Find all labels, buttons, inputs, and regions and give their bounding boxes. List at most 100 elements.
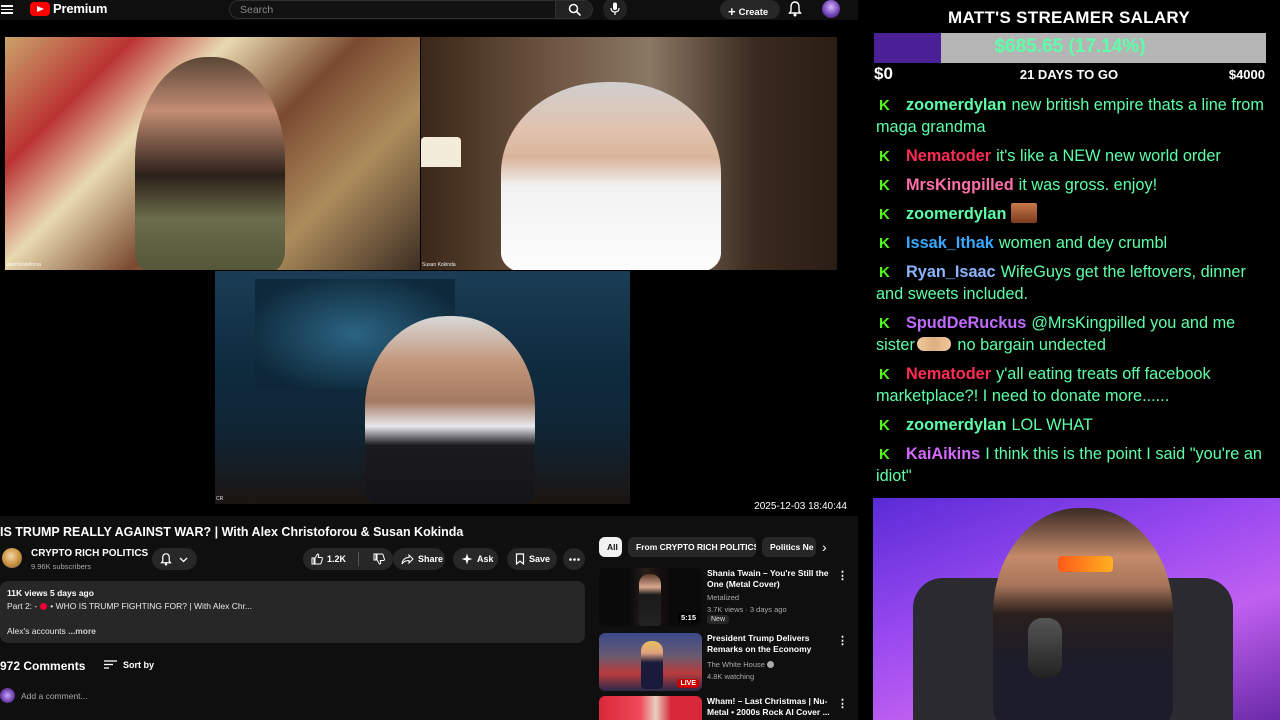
chip-from-channel[interactable]: From CRYPTO RICH POLITICS: [628, 537, 756, 557]
recommendation-channel[interactable]: The White House: [707, 660, 775, 669]
goal-days-left: 21 DAYS TO GO: [1019, 67, 1119, 82]
chat-message: Kzoomerdylan LOL WHAT: [876, 414, 1274, 436]
part-prefix: Part 2: -: [7, 601, 38, 611]
create-button[interactable]: + Create: [720, 0, 780, 19]
sort-by-button[interactable]: Sort by: [104, 660, 154, 670]
chevron-down-icon: [179, 557, 188, 563]
verified-icon: [767, 661, 775, 668]
channel-avatar[interactable]: [2, 548, 22, 568]
recommendation-item[interactable]: Wham! – Last Christmas | Nu-Metal • 2000…: [599, 696, 849, 720]
chevron-right-icon[interactable]: ›: [822, 539, 827, 555]
search-icon: [568, 3, 582, 17]
top-bar: Premium Search + Create: [0, 0, 858, 22]
show-more-link[interactable]: ...more: [68, 626, 96, 636]
recommendation-title[interactable]: Shania Twain – You're Still the One (Met…: [707, 568, 832, 590]
recommendation-item[interactable]: LIVE President Trump Delivers Remarks on…: [599, 633, 849, 693]
channel-label: The White House: [707, 660, 765, 669]
save-button[interactable]: Save: [507, 548, 557, 570]
stream-overlay: MATT'S STREAMER SALARY $685.65 (17.14%) …: [858, 0, 1280, 720]
like-button[interactable]: 1.2K: [303, 548, 393, 570]
comments-count: 972 Comments: [0, 659, 86, 673]
participant-tile-2: Susan Kokinda: [421, 37, 837, 270]
kick-badge-icon: K: [879, 367, 892, 382]
kick-badge-icon: K: [879, 98, 892, 113]
video-thumbnail[interactable]: LIVE: [599, 633, 702, 691]
bookmark-icon: [515, 553, 525, 565]
streamer-webcam: [873, 498, 1280, 720]
kick-badge-icon: K: [879, 265, 892, 280]
chat-username: KaiAikins: [906, 445, 981, 463]
chat-message: K MrsKingpilled it was gross. enjoy!: [876, 174, 1274, 196]
participant-figure: [501, 82, 721, 270]
participant-name-tag: alexchristoforou: [6, 262, 42, 268]
participant-figure: [365, 316, 535, 504]
more-vertical-icon[interactable]: ⋮: [837, 569, 848, 582]
participant-tile-1: alexchristoforou: [5, 37, 420, 270]
chat-message: K SpudDeRuckus @MrsKingpilled you and me s…: [876, 312, 1274, 356]
notifications-bell-icon[interactable]: [788, 1, 802, 22]
more-vertical-icon[interactable]: ⋮: [837, 634, 848, 647]
youtube-logo-icon[interactable]: [30, 2, 50, 16]
chat-username: Nematoder: [906, 365, 992, 383]
accounts-text: Alex's accounts: [7, 626, 69, 636]
fist-bump-emoji-icon: [916, 337, 951, 351]
kick-badge-icon: K: [879, 236, 892, 251]
live-badge: LIVE: [677, 679, 699, 688]
ask-button[interactable]: Ask: [453, 548, 498, 570]
plus-icon: +: [728, 4, 736, 19]
thumbs-up-icon: [311, 553, 323, 565]
thumbnail-figure: [641, 641, 663, 689]
kick-badge-icon: K: [879, 447, 892, 462]
goal-max: $4000: [1228, 67, 1265, 82]
part-link[interactable]: • WHO IS TRUMP FIGHTING FOR? | With Alex…: [50, 601, 252, 611]
channel-name[interactable]: CRYPTO RICH POLITICS: [31, 548, 148, 559]
chat-message: K Nematoder it's like a NEW new world orde…: [876, 145, 1274, 167]
chat-username: SpudDeRuckus: [906, 314, 1027, 332]
video-thumbnail[interactable]: [599, 696, 702, 720]
voice-search-button[interactable]: [603, 0, 627, 21]
chat-username: Issak_Ithak: [906, 234, 994, 252]
kick-badge-icon: K: [879, 207, 892, 222]
chip-all[interactable]: All: [599, 537, 622, 557]
share-label: Share: [418, 554, 444, 564]
video-thumbnail[interactable]: 5:15: [599, 568, 702, 626]
recommendation-meta: 3.7K views · 3 days ago: [707, 605, 787, 614]
chat-message: Kzoomerdylan: [876, 203, 1274, 225]
description-line: Part 2: - • WHO IS TRUMP FIGHTING FOR? | …: [7, 601, 252, 611]
recommendation-channel[interactable]: Metalized: [707, 593, 739, 602]
youtube-window: Premium Search + Create alexchristoforou …: [0, 0, 858, 720]
more-actions-button[interactable]: [563, 548, 585, 570]
sparkle-icon: [461, 553, 473, 565]
recommendation-title[interactable]: President Trump Delivers Remarks on the …: [707, 633, 832, 655]
chat-message: K KaiAikins I think this is the point I sa…: [876, 443, 1274, 487]
add-comment-input[interactable]: Add a comment...: [21, 691, 88, 701]
chip-politics-news[interactable]: Politics Ne: [762, 537, 816, 557]
brand-label[interactable]: Premium: [53, 1, 107, 16]
video-player[interactable]: alexchristoforou Susan Kokinda CR 2025-1…: [0, 20, 858, 516]
thumbs-down-icon[interactable]: [373, 553, 385, 565]
goal-title: MATT'S STREAMER SALARY: [947, 8, 1191, 27]
chat-text: it's like a NEW new world order: [996, 147, 1221, 165]
hamburger-menu-icon[interactable]: [1, 3, 13, 15]
search-button[interactable]: [555, 0, 593, 19]
search-input[interactable]: Search: [229, 0, 555, 19]
video-title: IS TRUMP REALLY AGAINST WAR? | With Alex…: [0, 525, 464, 539]
like-count: 1.2K: [327, 554, 347, 564]
thumbnail-figure: [639, 574, 661, 626]
recommendation-item[interactable]: 5:15 Shania Twain – You're Still the One…: [599, 568, 849, 628]
recommendation-chips: All From CRYPTO RICH POLITICS Politics N…: [599, 537, 849, 557]
recommendation-title[interactable]: Wham! – Last Christmas | Nu-Metal • 2000…: [707, 696, 832, 718]
divider: [358, 552, 359, 566]
chat-message: K Ryan_Isaac WifeGuys get the leftovers, d…: [876, 261, 1274, 305]
more-vertical-icon[interactable]: ⋮: [837, 697, 848, 710]
view-count-date: 11K views 5 days ago: [7, 588, 94, 598]
account-avatar[interactable]: [822, 0, 840, 18]
description-box[interactable]: 11K views 5 days ago Part 2: - • WHO IS T…: [0, 581, 585, 643]
participant-name-tag: CR: [216, 496, 224, 502]
video-duration: 5:15: [677, 612, 699, 623]
participant-figure: [135, 57, 285, 270]
goal-amount: $685.65 (17.14%): [994, 36, 1146, 57]
share-button[interactable]: Share: [393, 548, 445, 570]
subscribed-notifications-button[interactable]: [152, 548, 197, 570]
kick-badge-icon: K: [879, 316, 892, 331]
